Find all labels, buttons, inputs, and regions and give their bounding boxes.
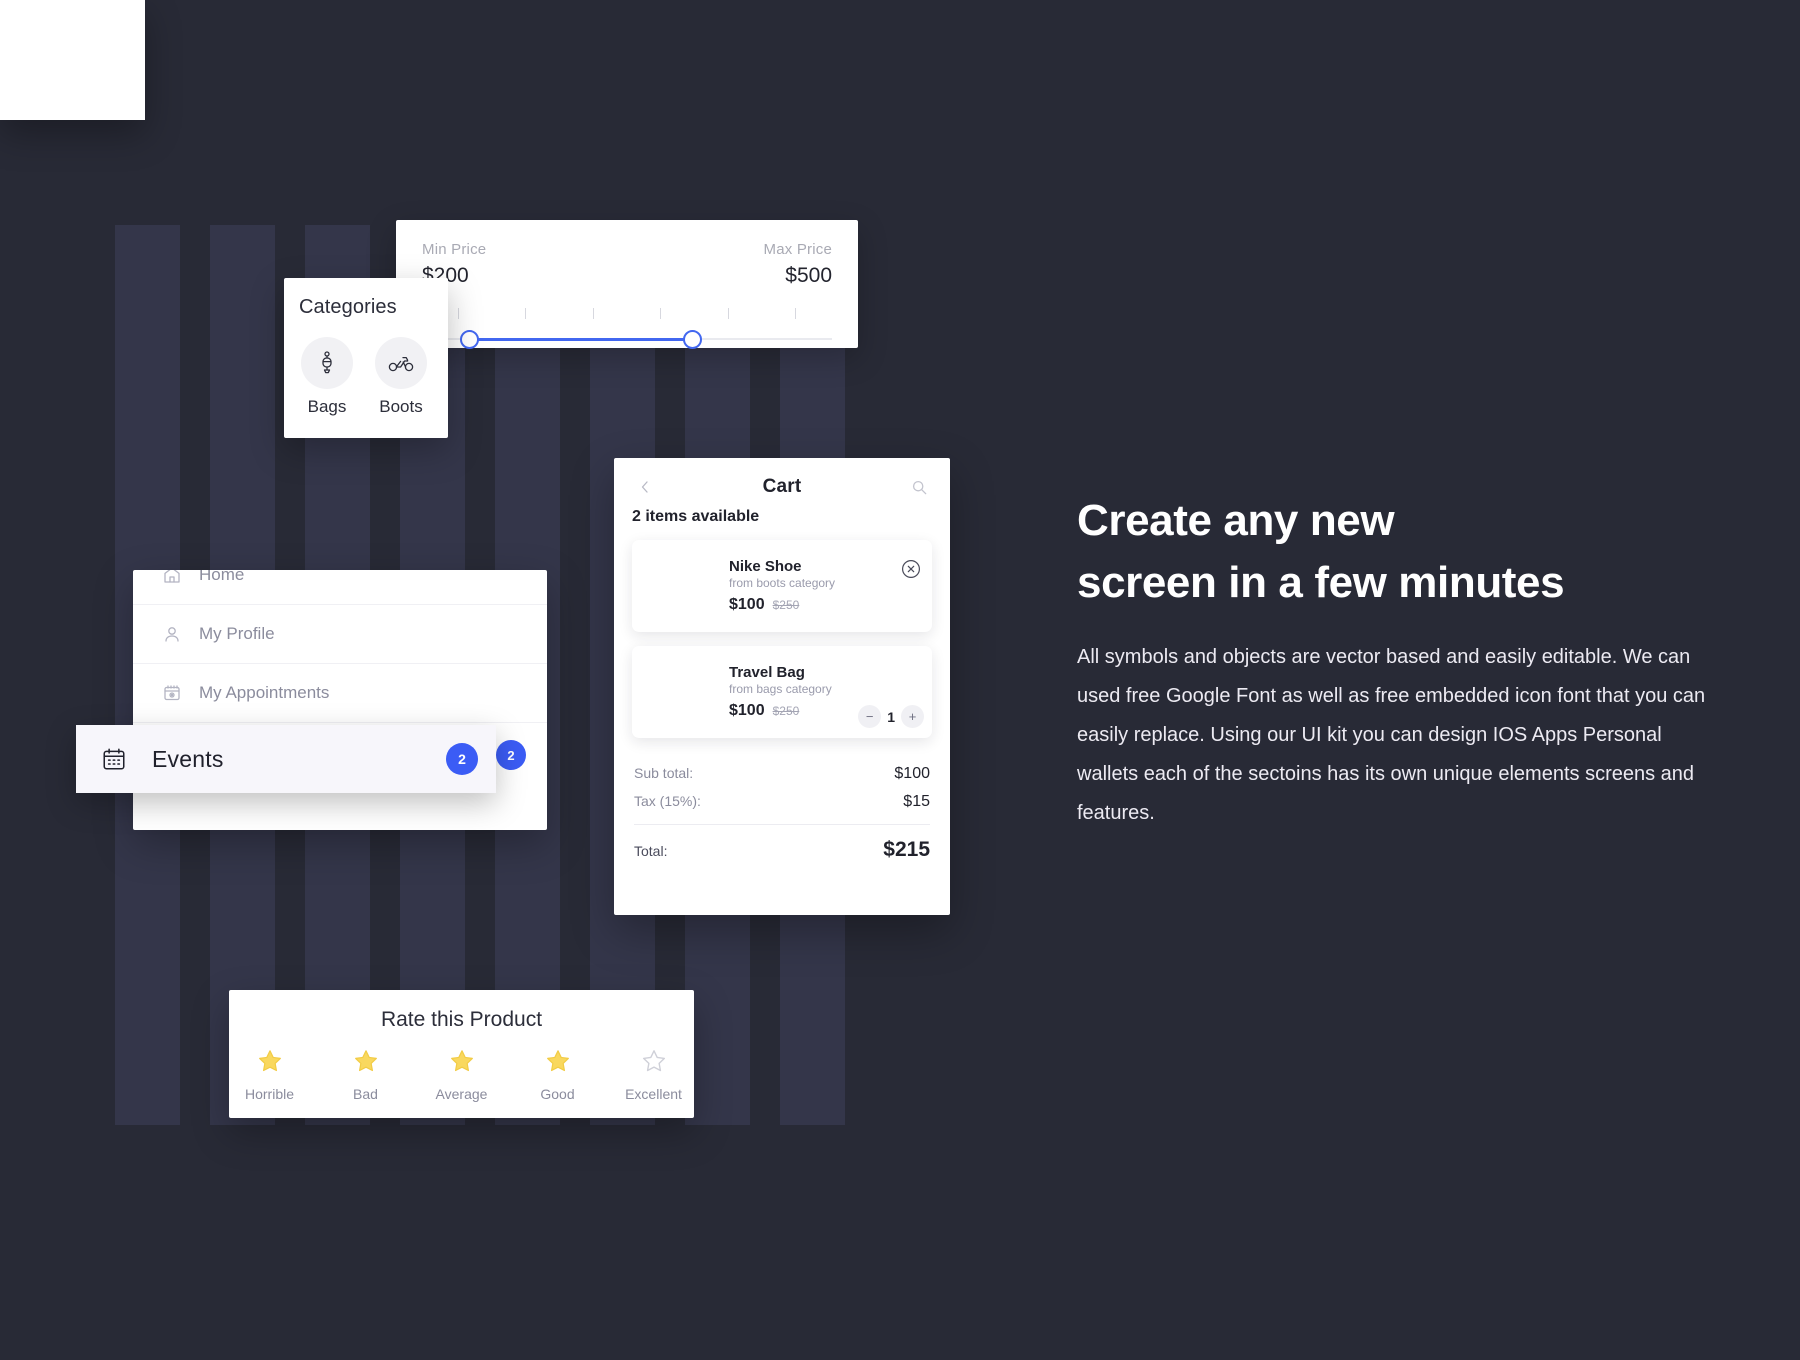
product-category: from boots category: [729, 576, 836, 590]
slider-tick: [525, 308, 527, 319]
slider-tick: [592, 308, 594, 319]
quantity-increase-button[interactable]: +: [901, 705, 924, 728]
category-label: Bags: [307, 397, 347, 416]
category-item-bags[interactable]: Bags: [299, 337, 355, 417]
slider-tick: [794, 308, 796, 319]
user-icon: [159, 624, 185, 644]
calendar-dot-icon: [159, 683, 185, 703]
max-price-value: $500: [785, 264, 832, 287]
star-outline-icon: [641, 1048, 667, 1079]
slider-tick: [458, 308, 459, 319]
product-old-price: $250: [772, 704, 800, 718]
quantity-stepper[interactable]: − 1 +: [858, 705, 924, 728]
events-badge-secondary: 2: [496, 740, 526, 770]
events-label: Events: [152, 745, 224, 772]
totals-divider: [634, 824, 930, 825]
slider-selected-range: [468, 338, 691, 341]
rating-option-excellent[interactable]: Excellent: [621, 1048, 687, 1102]
menu-item-label: Home: [199, 570, 245, 584]
headline: Create any new screen in a few minutes: [1077, 490, 1717, 614]
star-filled-icon: [257, 1048, 283, 1079]
scooter-icon: [301, 337, 353, 389]
product-category: from bags category: [729, 682, 832, 696]
tax-value: $15: [903, 793, 930, 810]
search-icon[interactable]: [906, 474, 932, 500]
product-name: Travel Bag: [729, 664, 805, 681]
product-price: $100: [729, 702, 765, 719]
rating-option-bad[interactable]: Bad: [333, 1048, 399, 1102]
rating-option-average[interactable]: Average: [429, 1048, 495, 1102]
star-filled-icon: [449, 1048, 475, 1079]
chevron-left-icon[interactable]: [632, 474, 658, 500]
slider-min-handle[interactable]: [460, 330, 479, 349]
star-filled-icon: [545, 1048, 571, 1079]
menu-item-label: My Profile: [199, 624, 275, 643]
subtotal-value: $100: [894, 765, 930, 782]
menu-item-my-profile[interactable]: My Profile: [133, 605, 547, 664]
body-paragraph: All symbols and objects are vector based…: [1077, 646, 1706, 824]
categories-card: Categories Bags Boots: [284, 278, 448, 438]
slider-ticks: [422, 308, 832, 320]
quantity-value: 1: [887, 708, 895, 725]
slider-max-handle[interactable]: [683, 330, 702, 349]
events-badge: 2: [446, 743, 478, 775]
product-name: Nike Shoe: [729, 558, 802, 575]
close-circle-icon[interactable]: [900, 558, 922, 580]
max-price-label: Max Price: [763, 241, 832, 258]
rating-title: Rate this Product: [380, 1008, 543, 1031]
total-label: Total:: [634, 843, 668, 859]
rating-option-label: Bad: [353, 1086, 378, 1102]
product-thumbnail: [642, 656, 715, 729]
menu-item-home[interactable]: Home: [133, 570, 547, 605]
product-price: $100: [729, 596, 765, 613]
grand-total-row: Total: $215: [632, 833, 932, 867]
star-filled-icon: [353, 1048, 379, 1079]
cart-title: Cart: [762, 476, 802, 497]
headline-line-1: Create any new: [1077, 496, 1395, 545]
product-photo-card: [0, 0, 145, 120]
rating-stars: Horrible Bad Average Good Excellent: [229, 1048, 694, 1102]
rating-option-label: Average: [435, 1086, 488, 1102]
marketing-copy: Create any new screen in a few minutes Al…: [1077, 490, 1717, 833]
product-old-price: $250: [772, 598, 800, 612]
menu-item-events[interactable]: Events 2: [76, 725, 496, 793]
cart-totals: Sub total: $100 Tax (15%): $15 Total: $2…: [632, 760, 932, 867]
motorbike-icon: [375, 337, 427, 389]
menu-item-my-appointments[interactable]: My Appointments: [133, 664, 547, 723]
cart-panel: Cart 2 items available Nike Shoe from bo…: [614, 458, 950, 915]
category-label: Boots: [379, 397, 423, 416]
rating-card: Rate this Product Horrible Bad Average G…: [229, 990, 694, 1118]
product-thumbnail: [642, 550, 715, 623]
min-price-label: Min Price: [422, 241, 487, 258]
slider-tick: [727, 308, 729, 319]
calendar-icon: [100, 746, 128, 772]
headline-line-2: screen in a few minutes: [1077, 558, 1565, 607]
cart-item-row[interactable]: Travel Bag from bags category $100 $250 …: [632, 646, 932, 738]
menu-item-label: My Appointments: [199, 683, 330, 702]
tax-row: Tax (15%): $15: [632, 788, 932, 816]
home-icon: [159, 570, 185, 585]
slider-tick: [660, 308, 662, 319]
subtotal-row: Sub total: $100: [632, 760, 932, 788]
subtotal-label: Sub total:: [634, 765, 694, 781]
tax-label: Tax (15%):: [634, 793, 701, 809]
rating-option-good[interactable]: Good: [525, 1048, 591, 1102]
total-value: $215: [883, 838, 930, 861]
rating-option-horrible[interactable]: Horrible: [237, 1048, 303, 1102]
price-range-card: Min Price $200 Max Price $500: [396, 220, 858, 349]
rating-option-label: Good: [540, 1086, 575, 1102]
rating-option-label: Excellent: [625, 1086, 682, 1102]
price-range-slider[interactable]: [422, 308, 832, 352]
cart-item-row[interactable]: Nike Shoe from boots category $100 $250: [632, 540, 932, 632]
rating-option-label: Horrible: [244, 1086, 294, 1102]
category-item-boots[interactable]: Boots: [373, 337, 429, 417]
quantity-decrease-button[interactable]: −: [858, 705, 882, 728]
categories-title: Categories: [299, 296, 397, 318]
cart-subtitle: 2 items available: [632, 508, 760, 525]
